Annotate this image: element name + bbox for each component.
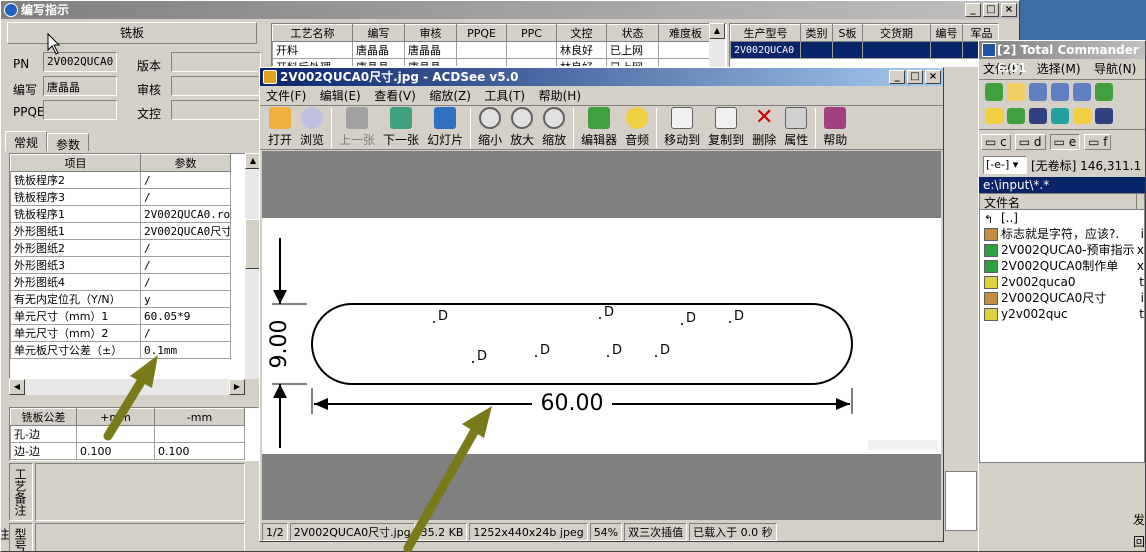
- annotation-overlay: [47, 32, 492, 552]
- annotation-arrowhead-1: [130, 355, 158, 388]
- annotation-arrowhead-2: [462, 406, 492, 438]
- annotation-arrow-2: [403, 427, 479, 552]
- annotation-arrow-1: [103, 375, 147, 441]
- mouse-cursor-icon: [47, 32, 61, 55]
